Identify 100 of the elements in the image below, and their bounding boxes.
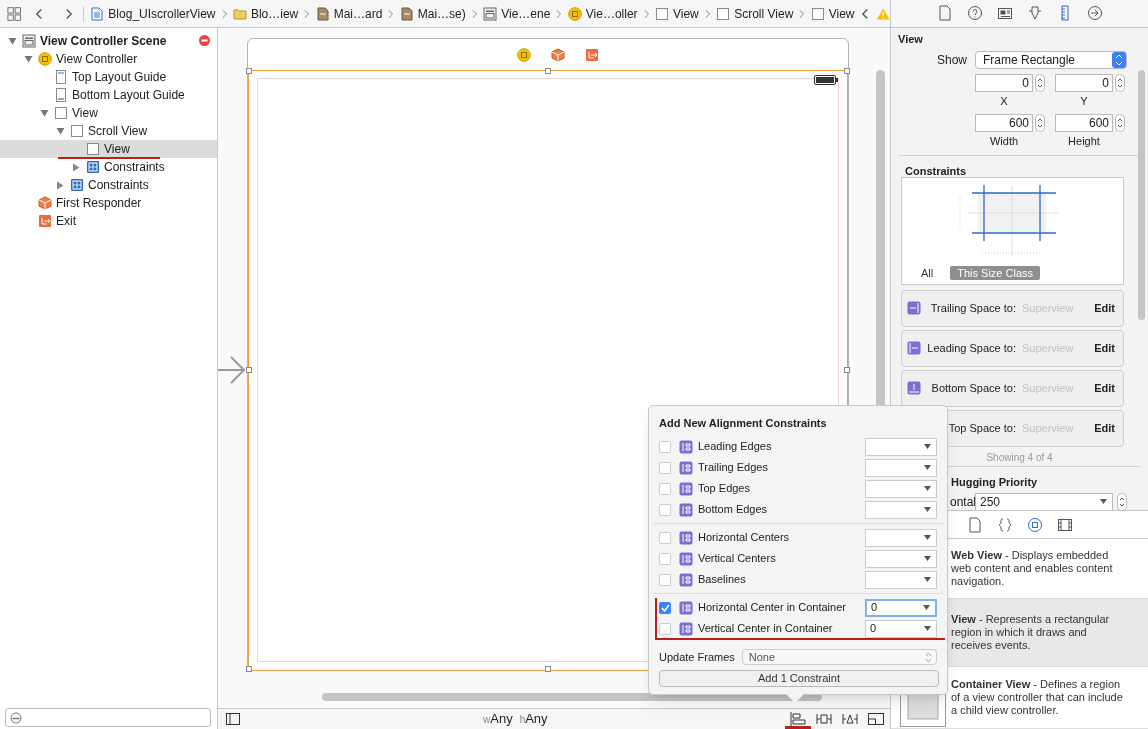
constant-field[interactable] <box>865 479 937 498</box>
breadcrumb-item[interactable]: Mai…ard <box>315 4 383 23</box>
update-frames-dropdown[interactable]: None <box>741 649 937 665</box>
disclosure-triangle-icon[interactable] <box>55 127 65 135</box>
checkbox[interactable] <box>659 482 671 495</box>
sidebar-toggle-icon[interactable] <box>226 713 240 725</box>
error-icon[interactable] <box>199 35 210 46</box>
back-icon[interactable] <box>860 6 870 21</box>
section-title: Constraints <box>904 163 968 177</box>
checkbox[interactable] <box>659 440 671 453</box>
outline-item[interactable]: First Responder <box>0 194 217 212</box>
edit-link[interactable]: Edit <box>1094 300 1115 317</box>
pin-icon[interactable] <box>816 712 832 726</box>
checkbox[interactable] <box>659 531 671 544</box>
scene-icon <box>483 6 498 21</box>
resize-handle[interactable] <box>545 68 551 74</box>
constant-field[interactable]: 0 <box>865 619 937 638</box>
identity-tab-icon[interactable] <box>996 5 1013 22</box>
outline-item[interactable]: View <box>0 140 217 158</box>
number-field[interactable]: 0 <box>975 73 1033 92</box>
constant-field[interactable] <box>865 458 937 477</box>
breadcrumb-item[interactable]: Mai…se) <box>399 4 466 23</box>
constant-field[interactable] <box>865 437 937 456</box>
resize-handle[interactable] <box>844 367 850 373</box>
outline-item[interactable]: Exit <box>0 212 217 230</box>
number-field[interactable]: 0 <box>1055 73 1113 92</box>
breadcrumb-item[interactable]: Blog_UIscrollerView <box>90 4 216 23</box>
filter-field[interactable] <box>5 708 211 727</box>
outline-item[interactable]: View Controller <box>0 50 217 68</box>
breadcrumb-item[interactable]: Vie…ene <box>483 4 551 23</box>
outline-item[interactable]: View <box>0 104 217 122</box>
constant-field[interactable] <box>865 549 937 568</box>
media-tab-icon[interactable] <box>1057 516 1073 533</box>
dropdown-caret-icon <box>924 486 931 491</box>
outline-item[interactable]: Scroll View <box>0 122 217 140</box>
stepper-icon[interactable] <box>1117 492 1127 510</box>
folder-icon <box>232 6 247 21</box>
edit-link[interactable]: Edit <box>1094 340 1115 357</box>
view-icon <box>70 124 84 138</box>
resize-handle[interactable] <box>246 68 252 74</box>
checkbox[interactable] <box>659 461 671 474</box>
grid-icon[interactable] <box>7 5 22 22</box>
align-icon[interactable] <box>790 712 806 726</box>
constant-field[interactable] <box>865 570 937 589</box>
constant-field[interactable] <box>865 528 937 547</box>
resize-handle[interactable] <box>844 68 850 74</box>
outline-item[interactable]: View Controller Scene <box>0 32 217 50</box>
scrollbar-thumb[interactable] <box>1138 69 1145 320</box>
show-dropdown[interactable]: Frame Rectangle <box>975 50 1127 69</box>
stepper-icon[interactable] <box>1115 73 1125 92</box>
scrollbar-thumb[interactable] <box>322 693 822 701</box>
code-tab-icon[interactable] <box>997 516 1013 533</box>
resize-handle[interactable] <box>246 367 252 373</box>
breadcrumb-item[interactable]: View <box>810 4 855 23</box>
checkbox[interactable] <box>659 503 671 516</box>
resize-handle[interactable] <box>545 666 551 672</box>
connections-tab-icon[interactable] <box>1086 5 1103 22</box>
alignment-icon <box>679 439 693 454</box>
add-constraint-button[interactable]: Add 1 Constraint <box>659 670 939 687</box>
breadcrumb-item[interactable]: Vie…oller <box>567 4 638 23</box>
checkbox[interactable] <box>659 552 671 565</box>
stepper-icon[interactable] <box>1035 114 1045 133</box>
forward-icon[interactable] <box>64 6 74 21</box>
exit-icon <box>38 214 52 228</box>
breadcrumb-item[interactable]: Scroll View <box>716 4 794 23</box>
help-tab-icon[interactable] <box>966 5 983 22</box>
resize-handle[interactable] <box>246 666 252 672</box>
checkbox[interactable] <box>659 601 671 614</box>
edit-link[interactable]: Edit <box>1094 420 1115 437</box>
outline-item[interactable]: Constraints <box>0 158 217 176</box>
number-field[interactable]: 600 <box>1055 114 1113 133</box>
resolve-icon[interactable] <box>842 712 858 726</box>
disclosure-triangle-icon[interactable] <box>72 162 80 172</box>
number-field[interactable]: 600 <box>975 114 1033 133</box>
size-class-tab[interactable]: All <box>914 265 941 280</box>
disclosure-triangle-icon[interactable] <box>56 180 64 190</box>
constant-field[interactable] <box>865 500 937 519</box>
checkbox[interactable] <box>659 573 671 586</box>
edit-link[interactable]: Edit <box>1094 380 1115 397</box>
breadcrumb-item[interactable]: Blo…iew <box>232 4 299 23</box>
disclosure-triangle-icon[interactable] <box>39 109 49 117</box>
disclosure-triangle-icon[interactable] <box>7 37 17 45</box>
outline-item[interactable]: Constraints <box>0 176 217 194</box>
size-class-control[interactable]: wAny hAny <box>483 709 548 729</box>
checkbox[interactable] <box>659 622 671 635</box>
constant-field[interactable]: 0 <box>865 598 937 617</box>
priority-dropdown[interactable]: 250 <box>975 492 1113 510</box>
file-tab-icon[interactable] <box>967 516 983 533</box>
outline-item[interactable]: Bottom Layout Guide <box>0 86 217 104</box>
resize-icon[interactable] <box>868 712 884 726</box>
stepper-icon[interactable] <box>1115 114 1125 133</box>
constraint-icon <box>907 301 921 316</box>
object-tab-icon[interactable] <box>1027 516 1043 533</box>
stepper-icon[interactable] <box>1035 73 1045 92</box>
outline-item[interactable]: Top Layout Guide <box>0 68 217 86</box>
breadcrumb-item[interactable]: View <box>655 4 699 23</box>
attributes-tab-icon[interactable] <box>1026 5 1043 22</box>
file-tab-icon[interactable] <box>936 5 953 22</box>
disclosure-triangle-icon[interactable] <box>23 55 33 63</box>
constraint-count: Showing 4 of 4 <box>985 450 1054 464</box>
